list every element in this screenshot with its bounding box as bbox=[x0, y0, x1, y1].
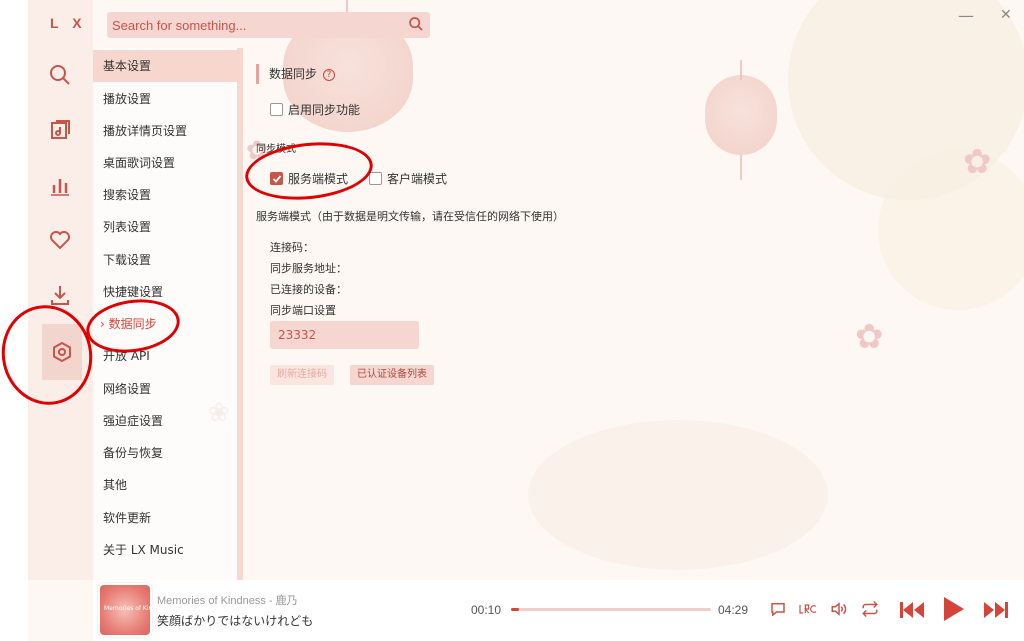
menu-item-play-detail[interactable]: 播放详情页设置 bbox=[103, 122, 187, 140]
enable-sync-label: 启用同步功能 bbox=[288, 103, 361, 117]
current-time: 00:10 bbox=[471, 603, 502, 617]
menu-scrollbar[interactable] bbox=[237, 48, 243, 580]
current-lyric: 笑顔ばかりではないけれども bbox=[157, 614, 314, 628]
close-button[interactable]: ✕ bbox=[1000, 7, 1012, 23]
menu-item-desktop-lyric[interactable]: 桌面歌词设置 bbox=[103, 154, 175, 172]
checkbox-box[interactable] bbox=[270, 103, 283, 116]
music-note-icon[interactable] bbox=[40, 110, 80, 150]
menu-item-other[interactable]: 其他 bbox=[103, 476, 127, 494]
search-input[interactable] bbox=[112, 17, 402, 33]
progress-bar[interactable] bbox=[511, 608, 711, 611]
app-logo: L X bbox=[50, 15, 87, 31]
song-title[interactable]: Memories of Kindness - 鹿乃 bbox=[157, 592, 298, 608]
connected-devices-label: 已连接的设备： bbox=[270, 283, 347, 296]
search-box[interactable] bbox=[107, 12, 430, 38]
previous-track-icon[interactable] bbox=[898, 598, 926, 622]
flower-decoration: ✿ bbox=[855, 317, 884, 357]
menu-item-search[interactable]: 搜索设置 bbox=[103, 186, 151, 204]
connection-code-label: 连接码： bbox=[270, 241, 314, 254]
lyric-icon[interactable] bbox=[797, 598, 819, 620]
section-title-text: 数据同步 bbox=[269, 67, 318, 81]
total-time: 04:29 bbox=[718, 603, 749, 617]
minimize-button[interactable]: — bbox=[958, 6, 974, 25]
client-mode-checkbox[interactable]: 客户端模式 bbox=[369, 170, 447, 187]
menu-item-backup[interactable]: 备份与恢复 bbox=[103, 444, 163, 462]
comment-icon[interactable] bbox=[768, 598, 788, 620]
checkbox-box[interactable] bbox=[369, 172, 382, 185]
chart-icon[interactable] bbox=[40, 165, 80, 205]
menu-item-about[interactable]: 关于 LX Music bbox=[103, 541, 184, 559]
menu-item-update[interactable]: 软件更新 bbox=[103, 509, 151, 527]
section-title: 数据同步? bbox=[256, 64, 336, 84]
menu-item-network[interactable]: 网络设置 bbox=[103, 380, 151, 398]
menu-item-list[interactable]: 列表设置 bbox=[103, 218, 151, 236]
menu-item-basic[interactable]: 基本设置 bbox=[93, 50, 241, 82]
menu-item-download[interactable]: 下载设置 bbox=[103, 251, 151, 269]
menu-item-ocd[interactable]: 强迫症设置 bbox=[103, 412, 163, 430]
auth-devices-button[interactable]: 已认证设备列表 bbox=[350, 365, 434, 385]
search-nav-icon[interactable] bbox=[40, 55, 80, 95]
progress-fill bbox=[511, 608, 519, 611]
play-icon[interactable] bbox=[940, 596, 966, 622]
flower-decoration: ✿ bbox=[963, 142, 992, 182]
volume-icon[interactable] bbox=[828, 598, 850, 620]
refresh-code-button[interactable]: 刷新连接码 bbox=[270, 365, 334, 385]
next-track-icon[interactable] bbox=[982, 598, 1010, 622]
server-mode-note: 服务端模式（由于数据是明文传输，请在受信任的网络下使用） bbox=[256, 210, 564, 223]
repeat-icon[interactable] bbox=[859, 598, 881, 620]
menu-item-playback[interactable]: 播放设置 bbox=[103, 90, 151, 108]
help-icon[interactable]: ? bbox=[323, 68, 336, 81]
client-mode-label: 客户端模式 bbox=[387, 172, 448, 186]
album-cover[interactable]: Memories of Kindness bbox=[100, 585, 170, 635]
port-setting-label: 同步端口设置 bbox=[270, 304, 336, 317]
enable-sync-checkbox[interactable]: 启用同步功能 bbox=[270, 101, 360, 118]
menu-item-hotkey[interactable]: 快捷键设置 bbox=[103, 283, 163, 301]
heart-icon[interactable] bbox=[40, 220, 80, 260]
sync-address-label: 同步服务地址： bbox=[270, 262, 347, 275]
port-input[interactable]: 23332 bbox=[270, 321, 419, 349]
search-icon[interactable] bbox=[408, 16, 424, 36]
